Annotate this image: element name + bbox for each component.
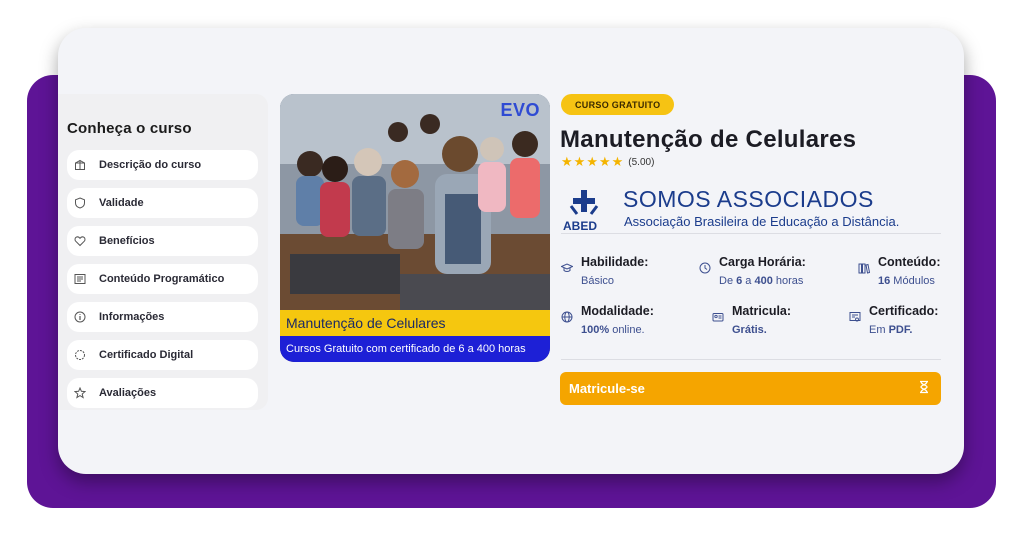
sidebar-item-descricao[interactable]: Descrição do curso [67,150,258,180]
sidebar-item-label: Certificado Digital [99,349,194,361]
star-icon: ★ [598,154,611,169]
star-icon: ★ [611,154,624,169]
partner-abed: ABED SOMOS ASSOCIADOS Associação Brasile… [561,186,901,233]
certificate-icon [74,349,86,361]
rating-value: (5.00) [628,156,655,168]
info-label: Conteúdo: [878,255,941,269]
info-label: Matricula: [732,304,792,318]
hourglass-icon [917,380,931,397]
id-card-icon [712,310,724,322]
shield-icon [74,197,86,209]
star-icon: ★ [573,154,586,169]
banner-caption-title: Manutenção de Celulares [280,310,550,336]
sidebar-item-label: Validade [99,197,144,209]
partner-subtitle: Associação Brasileira de Educação a Dist… [624,214,900,229]
enroll-button-label: Matricule-se [569,381,645,396]
info-carga-horaria: Carga Horária: De 6 a 400 horas [699,255,829,295]
partner-title: SOMOS ASSOCIADOS [623,186,874,212]
info-value: Básico [581,275,615,287]
info-value: Em PDF. [869,324,913,336]
info-value: 16 Módulos [878,275,935,287]
info-modalidade: Modalidade: 100% online. [561,304,691,344]
info-icon [74,311,86,323]
enroll-button[interactable]: Matricule-se [560,372,941,405]
sidebar-item-label: Descrição do curso [99,159,202,171]
sidebar-item-beneficios[interactable]: Benefícios [67,226,258,256]
banner-logo: EVO [500,100,540,120]
sidebar-item-avaliacoes[interactable]: Avaliações [67,378,258,408]
books-icon [858,261,871,274]
info-certificado: Certificado: Em PDF. [849,304,964,344]
banner-caption-subtitle: Cursos Gratuito com certificado de 6 a 4… [280,336,550,362]
info-value: De 6 a 400 horas [719,275,804,287]
info-label: Habilidade: [581,255,649,269]
course-banner-image: EVO Manutenção de Celulares Cursos Gratu… [280,94,550,362]
sidebar-item-informacoes[interactable]: Informações [67,302,258,332]
abed-logo-text: ABED [563,219,598,233]
course-title: Manutenção de Celulares [560,126,857,153]
sidebar-title: Conheça o curso [67,120,192,137]
course-sidebar: Conheça o curso Descrição do curso Valid… [58,94,268,410]
info-habilidade: Habilidade: Básico [560,255,691,295]
graduation-cap-icon [560,261,574,273]
info-value: Grátis. [732,324,767,336]
star-icon: ★ [561,154,573,169]
sidebar-item-label: Informações [99,311,165,323]
list-icon [74,273,86,285]
info-label: Modalidade: [581,304,654,318]
globe-icon [561,310,573,323]
info-label: Certificado: [869,304,939,318]
info-label: Carga Horária: [719,255,806,269]
divider [561,359,941,360]
clock-icon [699,261,711,274]
sidebar-item-label: Conteúdo Programático [99,273,225,285]
students-photo [280,94,550,310]
info-conteudo: Conteúdo: 16 Módulos [858,255,964,295]
sidebar-item-validade[interactable]: Validade [67,188,258,218]
course-rating: ★ ★ ★ ★ ★ (5.00) [561,154,654,170]
sidebar-item-label: Benefícios [99,235,155,247]
course-card: Conheça o curso Descrição do curso Valid… [58,28,964,474]
sidebar-item-label: Avaliações [99,387,157,399]
info-matricula: Matricula: Grátis. [712,304,842,344]
certificate-icon [849,310,861,322]
sidebar-item-conteudo[interactable]: Conteúdo Programático [67,264,258,294]
heart-icon [74,235,86,247]
info-value: 100% online. [581,324,645,336]
star-outline-icon [74,387,86,399]
sidebar-item-certificado[interactable]: Certificado Digital [67,340,258,370]
star-icon: ★ [586,154,598,169]
free-course-badge: CURSO GRATUITO [561,94,675,115]
box-icon [74,159,86,171]
divider [561,233,941,234]
